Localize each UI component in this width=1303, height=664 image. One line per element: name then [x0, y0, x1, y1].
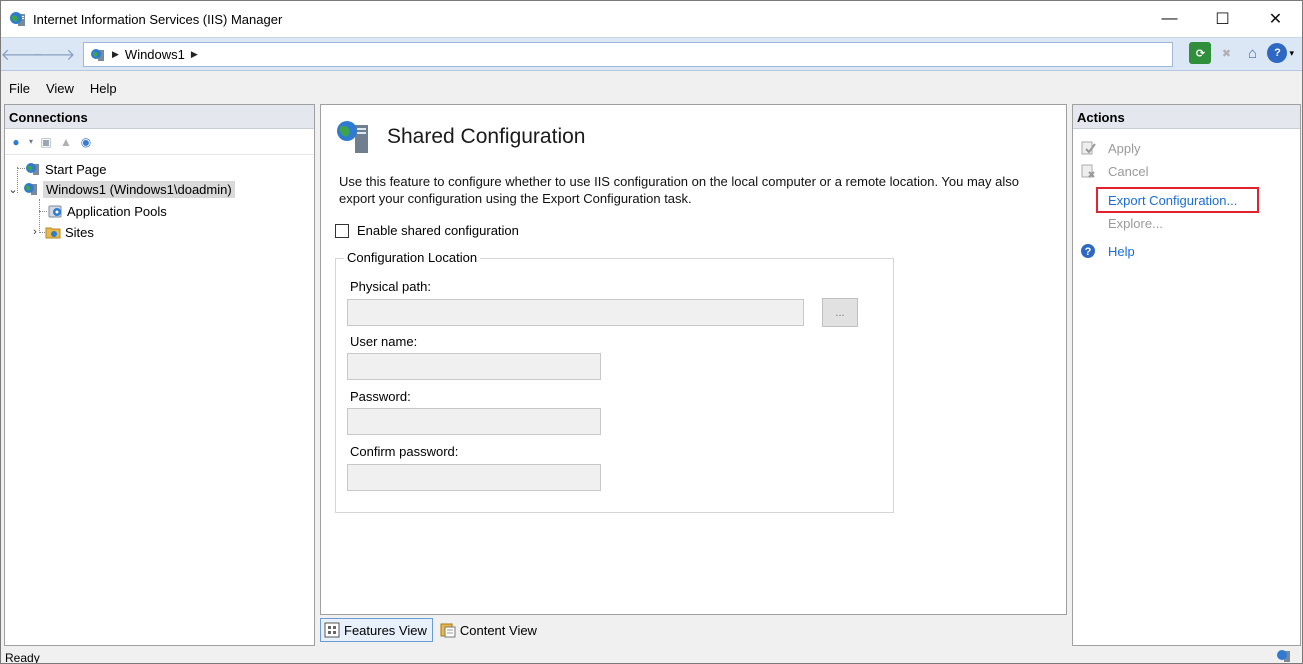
tree-item-sites[interactable]: › Sites [29, 222, 94, 242]
connections-toolbar: ● ▾ ▣ ▲ ◉ [5, 129, 314, 155]
user-name-field[interactable] [347, 353, 601, 380]
features-view-icon [324, 622, 340, 638]
action-label: Cancel [1108, 163, 1149, 179]
tab-label: Content View [459, 622, 537, 638]
delete-connection-icon[interactable]: ◉ [77, 133, 95, 151]
group-title: Configuration Location [344, 250, 481, 265]
chevron-down-icon[interactable]: ⌄ [7, 183, 19, 196]
tab-content-view[interactable]: Content View [437, 618, 542, 642]
password-field[interactable] [347, 408, 601, 435]
save-icon[interactable]: ▣ [37, 133, 55, 151]
actions-panel: Actions Apply Cancel Export Configuratio… [1072, 104, 1301, 646]
help-icon: ? [1079, 242, 1097, 260]
cancel-icon [1079, 162, 1097, 180]
server-icon [23, 181, 39, 197]
physical-path-label: Physical path: [350, 279, 431, 294]
maximize-button[interactable]: ☐ [1196, 1, 1249, 37]
iis-app-icon [9, 10, 27, 28]
checkbox-box[interactable] [335, 223, 349, 238]
breadcrumb-item[interactable]: Windows1 [125, 47, 185, 62]
dropdown-arrow-icon[interactable]: ▾ [27, 133, 35, 151]
home-icon[interactable]: ⌂ [1241, 42, 1263, 64]
action-cancel[interactable]: Cancel [1079, 161, 1148, 181]
enable-shared-configuration-checkbox[interactable]: Enable shared configuration [335, 223, 519, 238]
physical-path-field[interactable] [347, 299, 804, 326]
action-explore[interactable]: Explore... [1079, 213, 1163, 233]
action-label: Apply [1108, 140, 1141, 156]
tree-item-label: Sites [65, 224, 94, 240]
action-export-configuration[interactable]: Export Configuration... [1079, 190, 1237, 210]
app-pools-icon [47, 203, 63, 219]
tab-features-view[interactable]: Features View [320, 618, 433, 642]
shared-configuration-icon [337, 121, 368, 153]
shared-configuration-pane: Shared Configuration Use this feature to… [320, 104, 1067, 615]
browse-button[interactable]: ... [822, 298, 858, 327]
minimize-button[interactable]: — [1143, 1, 1196, 37]
server-icon [91, 48, 104, 61]
tree-item-server[interactable]: ⌄ Windows1 (Windows1\doadmin) [7, 179, 235, 199]
content-view-icon [440, 622, 456, 638]
forward-arrow-icon: 🡒 [32, 46, 76, 64]
iis-manager-window: Internet Information Services (IIS) Mana… [0, 0, 1303, 664]
view-tabs: Features View Content View [320, 617, 542, 643]
tree-item-application-pools[interactable]: Application Pools [47, 201, 167, 221]
action-label[interactable]: Export Configuration... [1108, 193, 1237, 208]
stop-icon[interactable]: ✖ [1215, 42, 1237, 64]
forward-button[interactable]: 🡒 [33, 43, 76, 65]
tab-label: Features View [344, 622, 427, 638]
sites-folder-icon [45, 224, 61, 240]
page-title: Shared Configuration [387, 125, 586, 148]
svg-text:?: ? [1085, 246, 1092, 258]
user-name-label: User name: [350, 334, 418, 349]
help-icon[interactable]: ? [1267, 43, 1288, 63]
close-button[interactable]: ✕ [1249, 1, 1302, 37]
connections-tree: Start Page ⌄ Windows1 (Windows1\doadmin)… [5, 155, 314, 240]
refresh-icon[interactable]: ⟳ [1189, 42, 1212, 64]
chevron-right-icon[interactable]: › [29, 226, 41, 238]
apply-icon [1079, 139, 1097, 157]
connections-panel: Connections ● ▾ ▣ ▲ ◉ Start Page ⌄ Windo… [4, 104, 315, 646]
server-status-icon [1276, 649, 1292, 663]
help-dropdown-icon[interactable]: ▾ [1289, 48, 1294, 59]
address-bar: 🡐 🡒 ▶ Windows1 ▶ ⟳ ✖ ⌂ ? ▾ [1, 37, 1302, 71]
status-text: Ready [5, 651, 40, 664]
menu-file[interactable]: File [1, 81, 38, 96]
actions-header: Actions [1073, 105, 1300, 129]
configuration-location-group: Configuration Location Physical path: ..… [335, 250, 894, 513]
menu-view[interactable]: View [38, 81, 82, 96]
action-label: Explore... [1108, 215, 1163, 231]
menu-help[interactable]: Help [82, 81, 125, 96]
start-page-icon [25, 161, 41, 177]
password-label: Password: [350, 389, 411, 404]
back-button[interactable]: 🡐 [1, 43, 43, 65]
menu-bar: File View Help [1, 77, 1302, 99]
status-bar: Ready [1, 649, 1302, 664]
title-bar: Internet Information Services (IIS) Mana… [1, 1, 1302, 37]
up-level-icon[interactable]: ▲ [57, 133, 75, 151]
breadcrumb[interactable]: ▶ Windows1 ▶ [83, 42, 1173, 67]
window-title: Internet Information Services (IIS) Mana… [33, 11, 283, 27]
action-label[interactable]: Help [1108, 244, 1135, 259]
breadcrumb-separator-icon[interactable]: ▶ [191, 49, 198, 60]
confirm-password-label: Confirm password: [350, 444, 459, 459]
breadcrumb-separator-icon[interactable]: ▶ [112, 49, 119, 60]
action-help[interactable]: ? Help [1079, 241, 1135, 261]
checkbox-label: Enable shared configuration [357, 223, 519, 238]
tree-item-label: Start Page [45, 161, 107, 177]
connections-header: Connections [5, 105, 314, 129]
feature-description: Use this feature to configure whether to… [339, 174, 1019, 206]
tree-item-label: Application Pools [67, 203, 167, 219]
create-connection-icon[interactable]: ● [7, 133, 25, 151]
tree-item-start-page[interactable]: Start Page [25, 159, 106, 179]
action-apply[interactable]: Apply [1079, 138, 1141, 158]
confirm-password-field[interactable] [347, 464, 601, 491]
tree-item-label: Windows1 (Windows1\doadmin) [43, 180, 235, 198]
